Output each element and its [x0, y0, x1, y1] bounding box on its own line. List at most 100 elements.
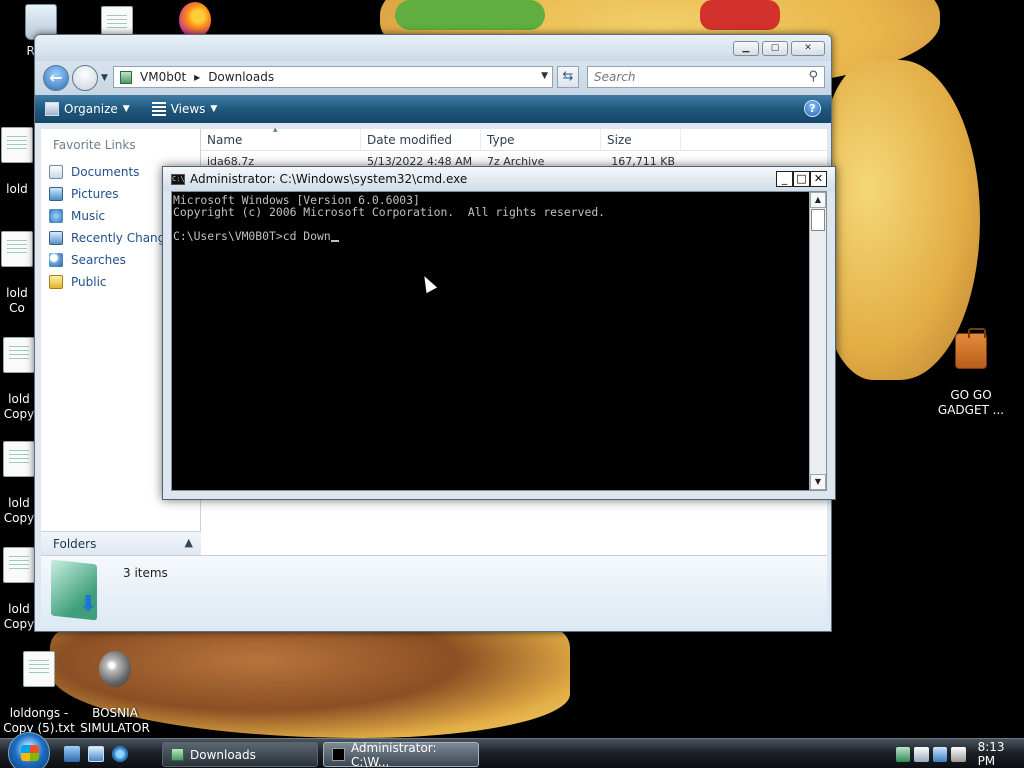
console-area[interactable]: Microsoft Windows [Version 6.0.6003] Copy… — [171, 191, 827, 491]
vertical-scrollbar[interactable]: ▲ ▼ — [809, 192, 826, 490]
favorite-links-header: Favorite Links — [53, 138, 136, 152]
nav-link-label: Public — [71, 275, 107, 289]
text-file-icon — [1, 231, 33, 267]
refresh-button[interactable]: ⇆ — [557, 66, 579, 88]
taskbar-button-label: Downloads — [190, 747, 256, 762]
text-file-icon — [3, 547, 35, 583]
column-header-name[interactable]: Name — [201, 125, 361, 150]
internet-explorer-icon[interactable] — [112, 746, 128, 762]
music-icon — [49, 209, 63, 223]
back-button[interactable]: ← — [43, 65, 69, 91]
mine-shortcut-icon — [99, 651, 131, 687]
organize-label: Organize — [64, 102, 118, 116]
desktop-icon-label: lold Copy — [3, 602, 35, 631]
column-header-size[interactable]: Size — [601, 129, 681, 150]
recent-icon — [49, 231, 63, 245]
text-file-icon — [23, 651, 55, 687]
taskbar-button-label: Administrator: C:\W... — [350, 740, 437, 768]
system-tray: 8:13 PM — [872, 740, 1024, 768]
desktop-icon-loldongs-copy-5[interactable]: loldongs - Copy (5).txt — [0, 636, 78, 736]
cmd-icon: C:\ — [171, 173, 185, 185]
breadcrumb-downloads[interactable]: Downloads — [208, 70, 274, 84]
text-file-icon — [3, 337, 35, 373]
desktop-icon-label: lold — [6, 182, 28, 196]
tray-network-icon[interactable] — [914, 746, 929, 762]
tray-app-icon[interactable] — [896, 746, 911, 762]
cmd-titlebar[interactable]: C:\ Administrator: C:\Windows\system32\c… — [163, 167, 835, 191]
search-placeholder: Search — [594, 70, 636, 84]
cmd-title: Administrator: C:\Windows\system32\cmd.e… — [190, 172, 468, 186]
console-prompt-line: C:\Users\VM0B0T>cd Down — [173, 229, 331, 243]
chevron-down-icon: ▼ — [122, 104, 130, 114]
console-output[interactable]: Microsoft Windows [Version 6.0.6003] Copy… — [172, 192, 809, 490]
windows-logo-icon — [21, 745, 39, 761]
address-bar[interactable]: VM0b0t ▸ Downloads ▼ — [113, 66, 553, 88]
nav-link-label: Recently Change — [71, 231, 173, 245]
pictures-icon — [49, 187, 63, 201]
folders-label: Folders — [53, 537, 97, 551]
desktop-icon-bosnia-simulator[interactable]: BOSNIA SIMULATOR — [76, 636, 154, 736]
tray-monitor-icon[interactable] — [932, 746, 948, 762]
public-folder-icon — [49, 275, 63, 289]
taskbar: Downloads Administrator: C:\W... 8:13 PM — [0, 732, 1024, 768]
details-pane: ⬇ 3 items — [41, 555, 827, 629]
close-button[interactable]: ✕ — [791, 41, 825, 56]
text-file-icon — [3, 441, 35, 477]
breadcrumb-computer[interactable]: VM0b0t — [140, 70, 186, 84]
address-dropdown-icon[interactable]: ▼ — [541, 71, 548, 81]
desktop-icon-label: GO GO GADGET ... — [937, 388, 1005, 417]
clock[interactable]: 8:13 PM — [978, 740, 1024, 768]
briefcase-icon — [955, 328, 987, 369]
desktop-icon-label: lold Copy — [3, 496, 35, 525]
desktop-icon-label: lold Co — [6, 286, 28, 315]
searches-icon — [49, 253, 63, 267]
download-arrow-icon: ⬇ — [79, 592, 98, 617]
taskbar-button-downloads[interactable]: Downloads — [162, 742, 318, 767]
minimize-button[interactable]: ▁ — [733, 41, 759, 56]
history-dropdown-icon[interactable]: ▼ — [101, 73, 108, 83]
views-button[interactable]: Views ▼ — [151, 102, 217, 116]
maximize-button[interactable]: □ — [793, 171, 810, 187]
desktop-icon-label: lold Copy — [3, 392, 35, 421]
search-input[interactable]: Search ⚲ — [587, 66, 825, 88]
views-label: Views — [170, 102, 206, 116]
documents-icon — [49, 165, 63, 179]
show-desktop-icon[interactable] — [64, 746, 80, 762]
taskbar-button-cmd[interactable]: Administrator: C:\W... — [323, 740, 479, 768]
start-button[interactable] — [8, 732, 50, 768]
close-button[interactable]: ✕ — [810, 171, 827, 187]
desktop-icon-label: BOSNIA SIMULATOR — [80, 706, 150, 735]
chevron-up-icon[interactable]: ▲ — [185, 536, 193, 549]
switch-windows-icon[interactable] — [88, 746, 104, 762]
forward-button[interactable] — [72, 65, 98, 91]
maximize-button[interactable]: ▢ — [762, 41, 788, 56]
scroll-down-icon[interactable]: ▼ — [810, 474, 826, 490]
wallpaper-lettuce — [395, 0, 545, 30]
search-icon[interactable]: ⚲ — [808, 69, 818, 84]
folders-toggle[interactable]: Folders ▲ — [41, 531, 201, 555]
cmd-window[interactable]: C:\ Administrator: C:\Windows\system32\c… — [162, 166, 836, 500]
volume-muted-icon[interactable] — [951, 746, 966, 762]
text-file-icon — [1, 127, 33, 163]
desktop-icon-label: loldongs - Copy (5).txt — [3, 706, 75, 735]
nav-link-label: Music — [71, 209, 106, 223]
organize-icon — [45, 102, 59, 116]
minimize-button[interactable]: _ — [776, 171, 793, 187]
column-headers: Name Date modified Type Size — [201, 125, 827, 151]
explorer-titlebar[interactable]: ▁ ▢ ✕ — [35, 35, 831, 61]
command-bar: Organize ▼ Views ▼ ? — [35, 95, 831, 123]
breadcrumb-separator-icon[interactable]: ▸ — [194, 70, 200, 84]
scroll-thumb[interactable] — [811, 209, 825, 231]
address-row: ← ▼ VM0b0t ▸ Downloads ▼ ⇆ Search ⚲ — [35, 61, 831, 95]
desktop-icon-go-go-gadget[interactable]: GO GO GADGET ... — [932, 318, 1010, 418]
cmd-icon — [332, 748, 345, 761]
organize-button[interactable]: Organize ▼ — [45, 102, 130, 116]
scroll-up-icon[interactable]: ▲ — [810, 192, 826, 208]
views-icon — [151, 102, 166, 116]
firefox-icon — [179, 2, 211, 38]
column-header-type[interactable]: Type — [481, 129, 601, 150]
column-header-date[interactable]: Date modified — [361, 129, 481, 150]
folder-icon — [171, 748, 184, 761]
nav-link-label: Pictures — [71, 187, 119, 201]
help-icon[interactable]: ? — [804, 100, 821, 117]
